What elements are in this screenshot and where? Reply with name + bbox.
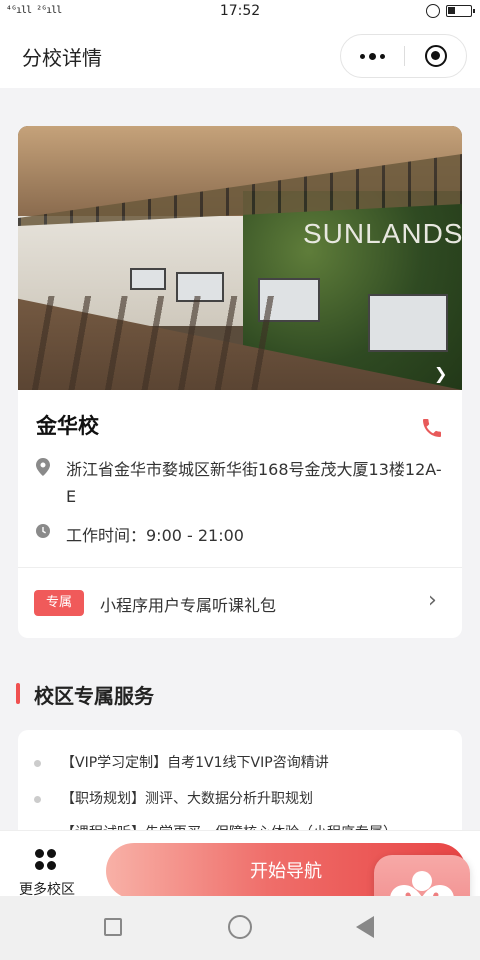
gift-package-row[interactable]: 专属 小程序用户专属听课礼包 ›: [18, 568, 462, 638]
phone-icon[interactable]: [420, 416, 444, 440]
school-card: SUNLANDS ❯ 金华校 浙江省金华市婺城区新华街168号金茂大厦13楼12…: [18, 126, 462, 638]
grid-icon: [35, 849, 57, 871]
exclusive-badge: 专属: [34, 590, 84, 616]
service-item-text: 【职场规划】测评、大数据分析升职规划: [61, 791, 313, 807]
clock-icon: [36, 524, 50, 538]
capsule-divider: [404, 46, 405, 66]
status-bar: ⁴ᴳıll ²ᴳıll 17:52: [0, 0, 480, 24]
system-nav-bar: [0, 896, 480, 960]
nav-bar: 分校详情: [0, 24, 480, 88]
home-icon[interactable]: [228, 915, 252, 939]
chevron-right-icon[interactable]: ❯: [434, 364, 447, 383]
battery-icon: [446, 5, 475, 17]
school-photo[interactable]: SUNLANDS ❯: [18, 126, 462, 390]
section-accent-bar: [16, 683, 20, 704]
photo-logo: SUNLANDS: [303, 218, 462, 249]
section-title: 校区专属服务: [34, 684, 154, 708]
working-hours: 工作时间：9:00 - 21:00: [66, 526, 244, 545]
service-item: 【VIP学习定制】自考1V1线下VIP咨询精讲: [34, 752, 329, 772]
back-icon[interactable]: [356, 916, 374, 938]
status-icons: [426, 4, 475, 18]
service-item: 【职场规划】测评、大数据分析升职规划: [34, 788, 313, 808]
chevron-right-icon: ›: [428, 588, 437, 613]
photo-monitor: [368, 294, 448, 352]
photo-monitor: [130, 268, 166, 290]
service-item-text: 【VIP学习定制】自考1V1线下VIP咨询精讲: [61, 755, 329, 771]
bullet-icon: [34, 795, 41, 803]
school-address: 浙江省金华市婺城区新华街168号金茂大厦13楼12A-E: [66, 460, 442, 506]
school-name: 金华校: [36, 414, 99, 438]
more-icon[interactable]: [341, 35, 404, 77]
bullet-icon: [34, 759, 41, 767]
miniprogram-capsule: [340, 34, 467, 78]
lock-icon: [426, 4, 440, 18]
gift-package-label: 小程序用户专属听课礼包: [100, 596, 277, 615]
more-schools-button[interactable]: 更多校区: [8, 849, 86, 898]
page-title: 分校详情: [22, 46, 102, 70]
close-circle-icon[interactable]: [425, 45, 447, 67]
photo-chairs: [18, 296, 278, 390]
recent-apps-icon[interactable]: [104, 918, 122, 936]
location-pin-icon: [36, 458, 50, 476]
status-time: 17:52: [219, 3, 261, 19]
